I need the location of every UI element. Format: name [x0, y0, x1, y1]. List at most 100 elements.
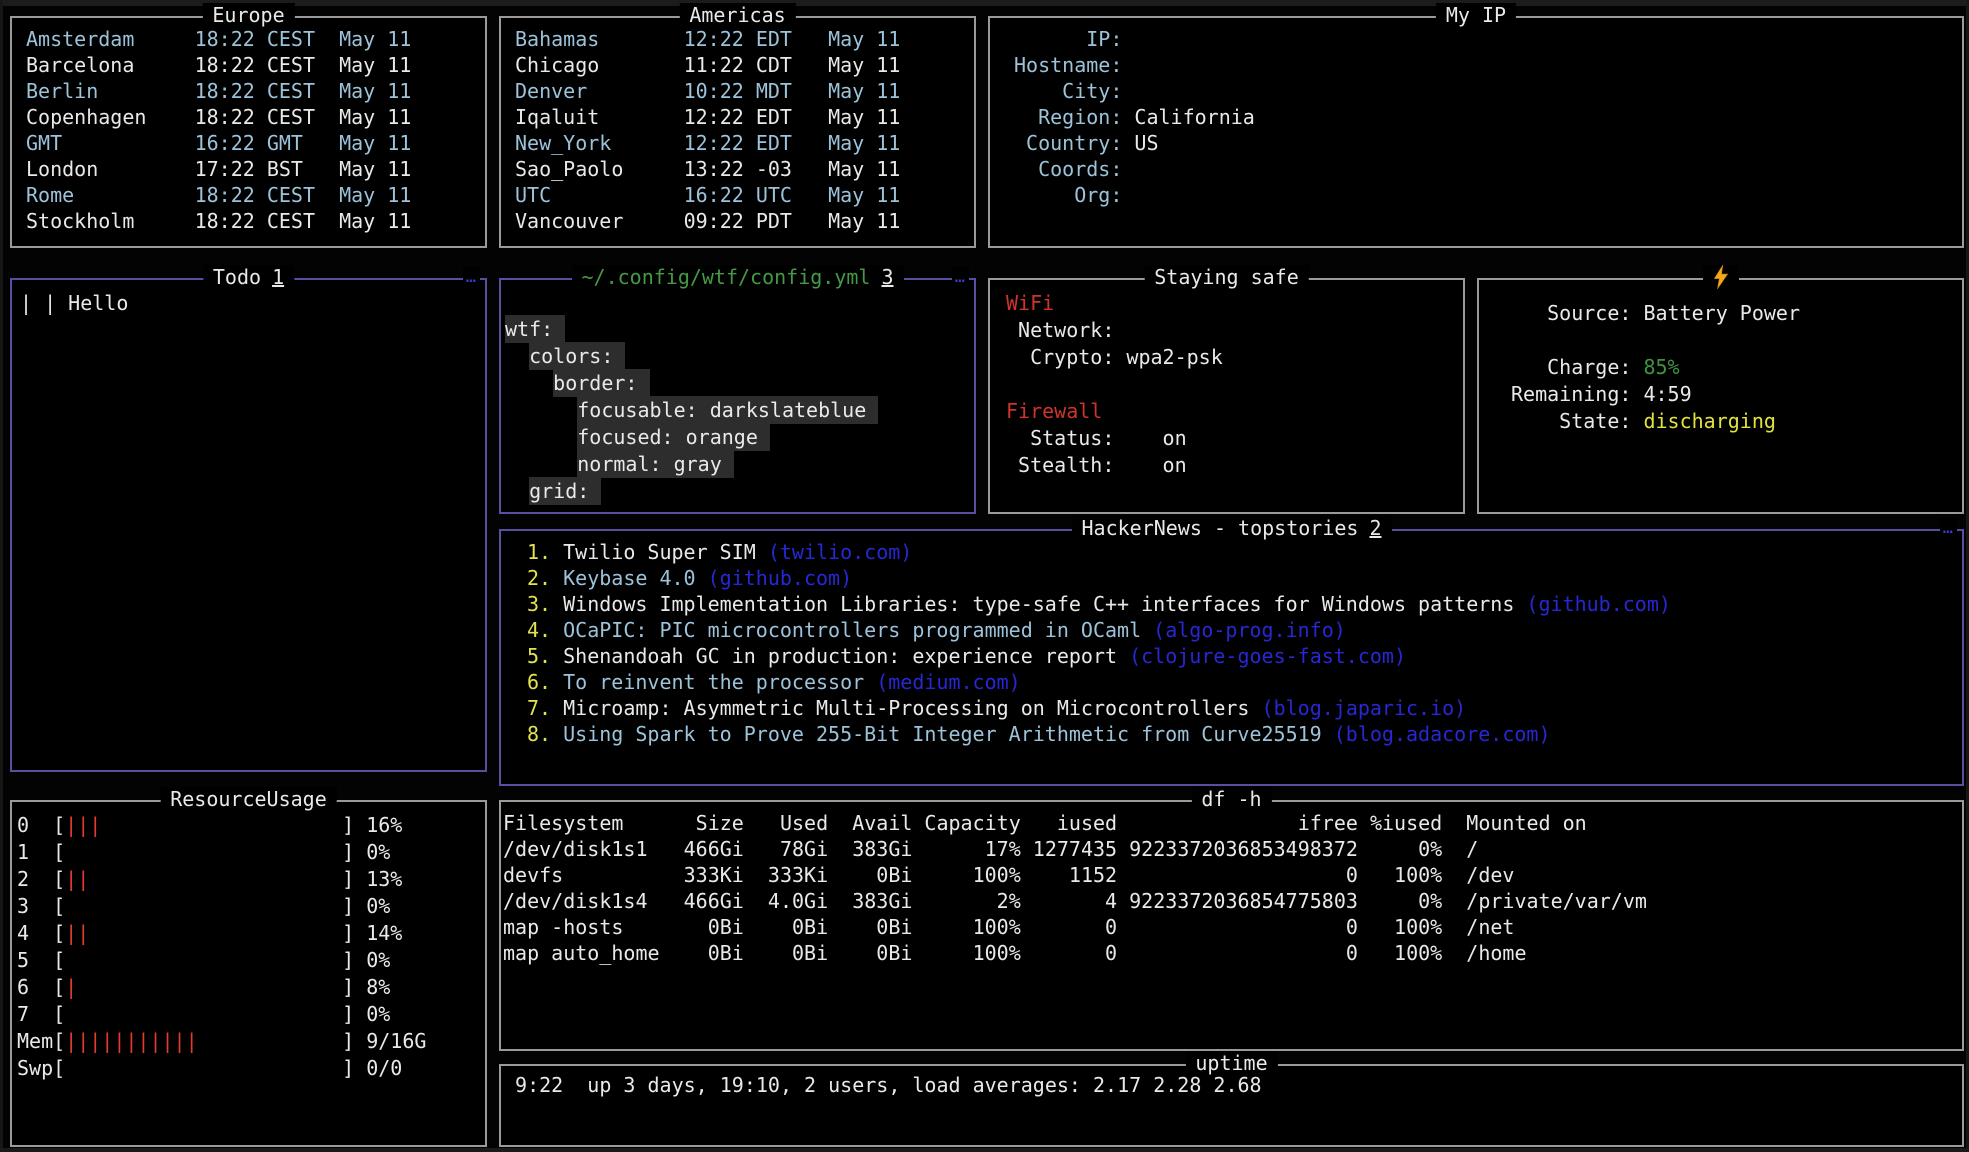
story-source-link[interactable]: (algo-prog.info): [1141, 618, 1346, 642]
security-line-text: Stealth: on: [1006, 453, 1187, 477]
clock-row: Iqaluit 12:22 EDT May 11: [515, 104, 974, 130]
clock-row: Copenhagen 18:22 CEST May 11: [26, 104, 485, 130]
story-source-link[interactable]: (github.com): [696, 566, 853, 590]
terminal-chrome-top: [0, 0, 1969, 6]
story-title: To reinvent the processor: [551, 670, 864, 694]
ip-field-value: US: [1122, 131, 1158, 155]
story-source-link[interactable]: (blog.adacore.com): [1322, 722, 1551, 746]
battery-status-lines: Source: Battery Power Charge: 85%Remaini…: [1479, 280, 1962, 512]
story-title: Windows Implementation Libraries: type-s…: [551, 592, 1514, 616]
story-source-link[interactable]: (medium.com): [864, 670, 1021, 694]
hackernews-story[interactable]: 1. Twilio Super SIM (twilio.com): [527, 539, 1962, 565]
todo-list: | | Hello: [12, 280, 485, 770]
meter-label: 5: [17, 948, 53, 972]
df-table-row: /dev/disk1s4 466Gi 4.0Gi 383Gi 2% 4 9223…: [503, 888, 1962, 914]
ip-field-label: City:: [1014, 79, 1122, 103]
df-table: Filesystem Size Used Avail Capacity iuse…: [501, 802, 1962, 1049]
uptime-line: 9:22 up 3 days, 19:10, 2 users, load ave…: [503, 1072, 1962, 1098]
clock-row: Vancouver 09:22 PDT May 11: [515, 208, 974, 234]
meter-bracket-open: [: [53, 1056, 65, 1080]
security-line: [1006, 371, 1463, 398]
meter-value: 14%: [354, 921, 402, 945]
americas-clock-list: Bahamas 12:22 EDT May 11Chicago 11:22 CD…: [501, 18, 974, 246]
story-title: Twilio Super SIM: [551, 540, 756, 564]
story-title: Microamp: Asymmetric Multi-Processing on…: [551, 696, 1249, 720]
yaml-indent: [505, 398, 577, 422]
meter-bracket-close: ]: [342, 1056, 354, 1080]
hackernews-story[interactable]: 2. Keybase 4.0 (github.com): [527, 565, 1962, 591]
df-table-row: devfs 333Ki 333Ki 0Bi 100% 1152 0 100% /…: [503, 862, 1962, 888]
ip-field-row: Country: US: [1014, 130, 1962, 156]
meter-bracket-close: ]: [342, 1029, 354, 1053]
panel-hackernews[interactable]: HackerNews - topstories2 … 1. Twilio Sup…: [499, 529, 1964, 786]
battery-line: Remaining: 4:59: [1511, 381, 1962, 408]
battery-line-value: 4:59: [1631, 382, 1691, 406]
clock-row: GMT 16:22 GMT May 11: [26, 130, 485, 156]
wtf-terminal-dashboard: Europe Amsterdam 18:22 CEST May 11Barcel…: [0, 0, 1969, 1152]
clock-row: Amsterdam 18:22 CEST May 11: [26, 26, 485, 52]
security-line: Firewall: [1006, 398, 1463, 425]
story-rank: 4.: [527, 618, 551, 642]
usage-meter-row: 5 [ ] 0%: [17, 947, 485, 974]
story-rank: 2.: [527, 566, 551, 590]
meter-bars: |||: [65, 813, 342, 837]
meter-bracket-close: ]: [342, 867, 354, 891]
story-rank: 8.: [527, 722, 551, 746]
usage-meter-row: 3 [ ] 0%: [17, 893, 485, 920]
battery-line: State: discharging: [1511, 408, 1962, 435]
df-table-row: /dev/disk1s1 466Gi 78Gi 383Gi 17% 127743…: [503, 836, 1962, 862]
yaml-indent: [505, 371, 553, 395]
story-source-link[interactable]: (blog.japaric.io): [1249, 696, 1466, 720]
meter-value: 0%: [354, 894, 390, 918]
hackernews-story[interactable]: 3. Windows Implementation Libraries: typ…: [527, 591, 1962, 617]
meter-value: 16%: [354, 813, 402, 837]
story-source-link[interactable]: (clojure-goes-fast.com): [1117, 644, 1406, 668]
yaml-text-highlighted: normal: gray: [577, 450, 734, 478]
meter-label: 7: [17, 1002, 53, 1026]
hackernews-story-list: 1. Twilio Super SIM (twilio.com)2. Keyba…: [501, 531, 1962, 784]
panel-config-yml[interactable]: ~/.config/wtf/config.yml3 … wtf: colors:…: [499, 278, 976, 514]
clock-row: Stockholm 18:22 CEST May 11: [26, 208, 485, 234]
usage-meter-row: 7 [ ] 0%: [17, 1001, 485, 1028]
ip-field-row: City:: [1014, 78, 1962, 104]
meter-bracket-open: [: [53, 1002, 65, 1026]
meter-bracket-close: ]: [342, 921, 354, 945]
hackernews-story[interactable]: 8. Using Spark to Prove 255-Bit Integer …: [527, 721, 1962, 747]
panel-my-ip: My IP IP:Hostname: City: Region: Califor…: [988, 16, 1964, 248]
panel-todo[interactable]: Todo1 … | | Hello: [10, 278, 487, 772]
story-source-link[interactable]: (twilio.com): [756, 540, 913, 564]
my-ip-fields: IP:Hostname: City: Region: California Co…: [990, 18, 1962, 246]
clock-row: UTC 16:22 UTC May 11: [515, 182, 974, 208]
panel-uptime: uptime 9:22 up 3 days, 19:10, 2 users, l…: [499, 1064, 1964, 1147]
ip-field-label: Region:: [1014, 105, 1122, 129]
clock-row: Rome 18:22 CEST May 11: [26, 182, 485, 208]
hackernews-story[interactable]: 7. Microamp: Asymmetric Multi-Processing…: [527, 695, 1962, 721]
hackernews-story[interactable]: 6. To reinvent the processor (medium.com…: [527, 669, 1962, 695]
security-line: Stealth: on: [1006, 452, 1463, 479]
hackernews-story[interactable]: 5. Shenandoah GC in production: experien…: [527, 643, 1962, 669]
meter-label: Mem: [17, 1029, 53, 1053]
europe-clock-list: Amsterdam 18:22 CEST May 11Barcelona 18:…: [12, 18, 485, 246]
usage-meter-row: 1 [ ] 0%: [17, 839, 485, 866]
security-line: Status: on: [1006, 425, 1463, 452]
security-line-text: Crypto: wpa2-psk: [1006, 345, 1223, 369]
story-title: Using Spark to Prove 255-Bit Integer Ari…: [551, 722, 1322, 746]
story-rank: 5.: [527, 644, 551, 668]
panel-resource-usage: ResourceUsage 0 [||| ] 16%1 [ ] 0%2 [|| …: [10, 800, 487, 1147]
yaml-text-highlighted: colors:: [529, 342, 625, 370]
story-title: OCaPIC: PIC microcontrollers programmed …: [551, 618, 1141, 642]
security-line: WiFi: [1006, 290, 1463, 317]
hackernews-story[interactable]: 4. OCaPIC: PIC microcontrollers programm…: [527, 617, 1962, 643]
clock-row: London 17:22 BST May 11: [26, 156, 485, 182]
story-rank: 7.: [527, 696, 551, 720]
meter-label: 1: [17, 840, 53, 864]
usage-meter-row: 0 [||| ] 16%: [17, 812, 485, 839]
panel-staying-safe: Staying safe WiFi Network: Crypto: wpa2-…: [988, 278, 1465, 514]
yaml-line: focusable: darkslateblue: [505, 397, 974, 424]
story-source-link[interactable]: (github.com): [1514, 592, 1671, 616]
todo-item[interactable]: | | Hello: [20, 290, 485, 316]
meter-bars: |||||||||||: [65, 1029, 342, 1053]
df-table-row: map -hosts 0Bi 0Bi 0Bi 100% 0 0 100% /ne…: [503, 914, 1962, 940]
meter-bracket-close: ]: [342, 1002, 354, 1026]
meter-value: 9/16G: [354, 1029, 426, 1053]
